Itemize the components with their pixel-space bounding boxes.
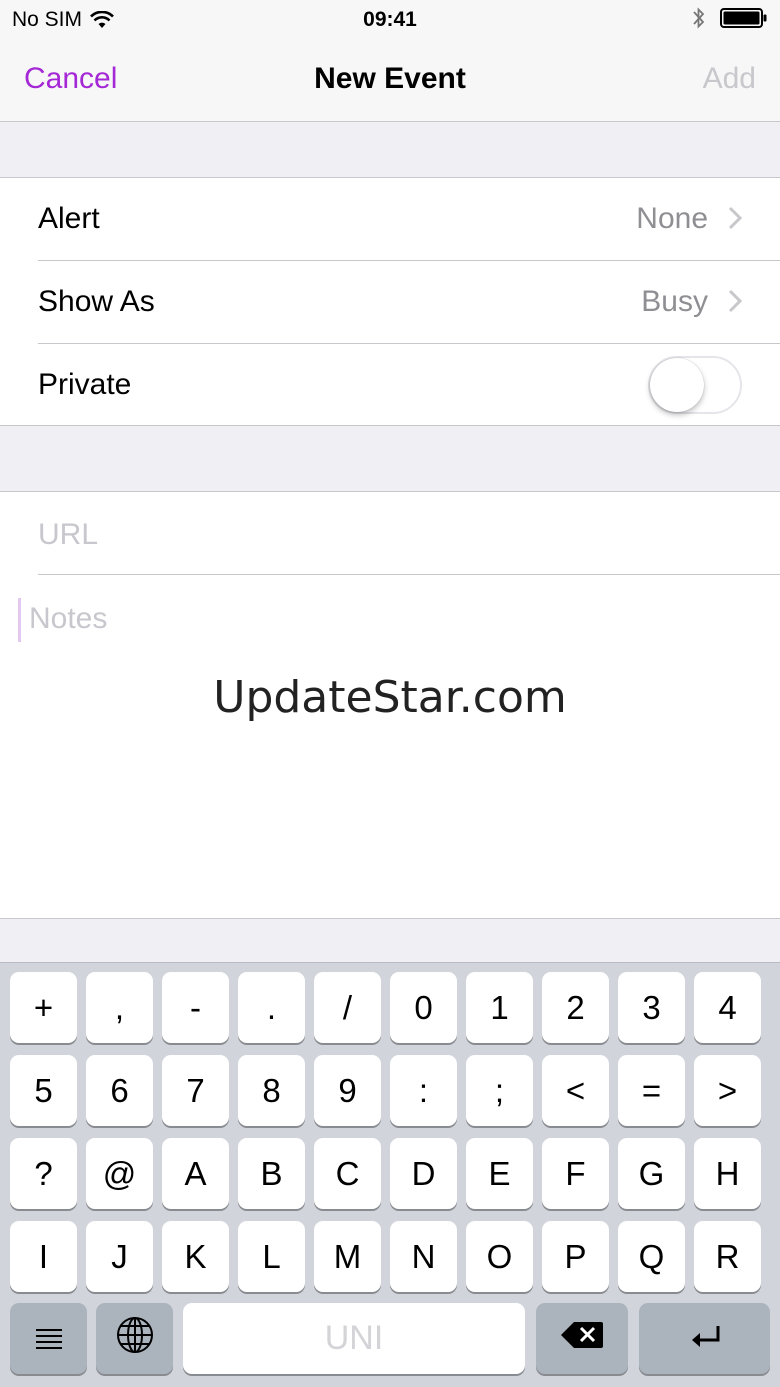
event-options-group: Alert None Show As Busy Private — [0, 177, 780, 426]
row-divider — [38, 574, 780, 575]
chevron-right-icon — [728, 289, 743, 318]
key-h[interactable]: H — [694, 1138, 761, 1209]
key-at[interactable]: @ — [86, 1138, 153, 1209]
key-5[interactable]: 5 — [10, 1055, 77, 1126]
show-as-row[interactable]: Show As Busy — [0, 261, 780, 344]
menu-icon — [34, 1320, 64, 1358]
key-p[interactable]: P — [542, 1221, 609, 1292]
key-question[interactable]: ? — [10, 1138, 77, 1209]
private-row: Private — [0, 344, 780, 427]
chevron-right-icon — [728, 206, 743, 235]
navigation-bar: Cancel New Event Add — [0, 40, 780, 122]
battery-icon — [720, 7, 768, 29]
show-as-label: Show As — [38, 285, 155, 318]
alert-row[interactable]: Alert None — [0, 178, 780, 261]
key-k[interactable]: K — [162, 1221, 229, 1292]
key-c[interactable]: C — [314, 1138, 381, 1209]
key-j[interactable]: J — [86, 1221, 153, 1292]
key-b[interactable]: B — [238, 1138, 305, 1209]
key-2[interactable]: 2 — [542, 972, 609, 1043]
delete-icon — [560, 1320, 604, 1358]
key-i[interactable]: I — [10, 1221, 77, 1292]
show-as-value: Busy — [641, 285, 708, 318]
key-l[interactable]: L — [238, 1221, 305, 1292]
key-0[interactable]: 0 — [390, 972, 457, 1043]
key-minus[interactable]: - — [162, 972, 229, 1043]
key-4[interactable]: 4 — [694, 972, 761, 1043]
key-1[interactable]: 1 — [466, 972, 533, 1043]
notes-field[interactable]: Notes — [29, 602, 107, 636]
key-colon[interactable]: : — [390, 1055, 457, 1126]
key-semicolon[interactable]: ; — [466, 1055, 533, 1126]
key-8[interactable]: 8 — [238, 1055, 305, 1126]
key-plus[interactable]: + — [10, 972, 77, 1043]
private-label: Private — [38, 368, 132, 401]
menu-key[interactable] — [10, 1303, 87, 1374]
return-icon — [688, 1320, 722, 1358]
page-title: New Event — [314, 62, 466, 95]
status-time: 09:41 — [363, 8, 417, 31]
url-field[interactable]: URL — [38, 518, 98, 552]
private-toggle[interactable] — [648, 356, 742, 414]
key-g[interactable]: G — [618, 1138, 685, 1209]
key-q[interactable]: Q — [618, 1221, 685, 1292]
key-r[interactable]: R — [694, 1221, 761, 1292]
key-less-than[interactable]: < — [542, 1055, 609, 1126]
key-o[interactable]: O — [466, 1221, 533, 1292]
key-f[interactable]: F — [542, 1138, 609, 1209]
key-a[interactable]: A — [162, 1138, 229, 1209]
globe-key[interactable] — [96, 1303, 173, 1374]
status-bar: No SIM 09:41 — [0, 0, 780, 40]
key-9[interactable]: 9 — [314, 1055, 381, 1126]
key-d[interactable]: D — [390, 1138, 457, 1209]
alert-value: None — [636, 202, 708, 235]
key-6[interactable]: 6 — [86, 1055, 153, 1126]
key-7[interactable]: 7 — [162, 1055, 229, 1126]
key-comma[interactable]: , — [86, 972, 153, 1043]
watermark-text: UpdateStar.com — [213, 672, 567, 723]
key-equals[interactable]: = — [618, 1055, 685, 1126]
url-notes-group: URL Notes UpdateStar.com — [0, 491, 780, 919]
toggle-knob — [650, 358, 704, 412]
key-period[interactable]: . — [238, 972, 305, 1043]
key-n[interactable]: N — [390, 1221, 457, 1292]
key-m[interactable]: M — [314, 1221, 381, 1292]
key-e[interactable]: E — [466, 1138, 533, 1209]
space-key[interactable]: UNI — [183, 1303, 525, 1374]
text-cursor — [18, 598, 21, 642]
globe-icon — [116, 1316, 154, 1362]
key-slash[interactable]: / — [314, 972, 381, 1043]
add-button[interactable]: Add — [703, 62, 756, 96]
bluetooth-icon — [692, 6, 706, 30]
key-3[interactable]: 3 — [618, 972, 685, 1043]
status-right-group — [692, 6, 768, 30]
keyboard: + , - . / 0 1 2 3 4 5 6 7 8 9 : ; < = > … — [0, 962, 780, 1387]
alert-label: Alert — [38, 202, 100, 235]
key-greater-than[interactable]: > — [694, 1055, 761, 1126]
return-key[interactable] — [639, 1303, 770, 1374]
delete-key[interactable] — [536, 1303, 628, 1374]
